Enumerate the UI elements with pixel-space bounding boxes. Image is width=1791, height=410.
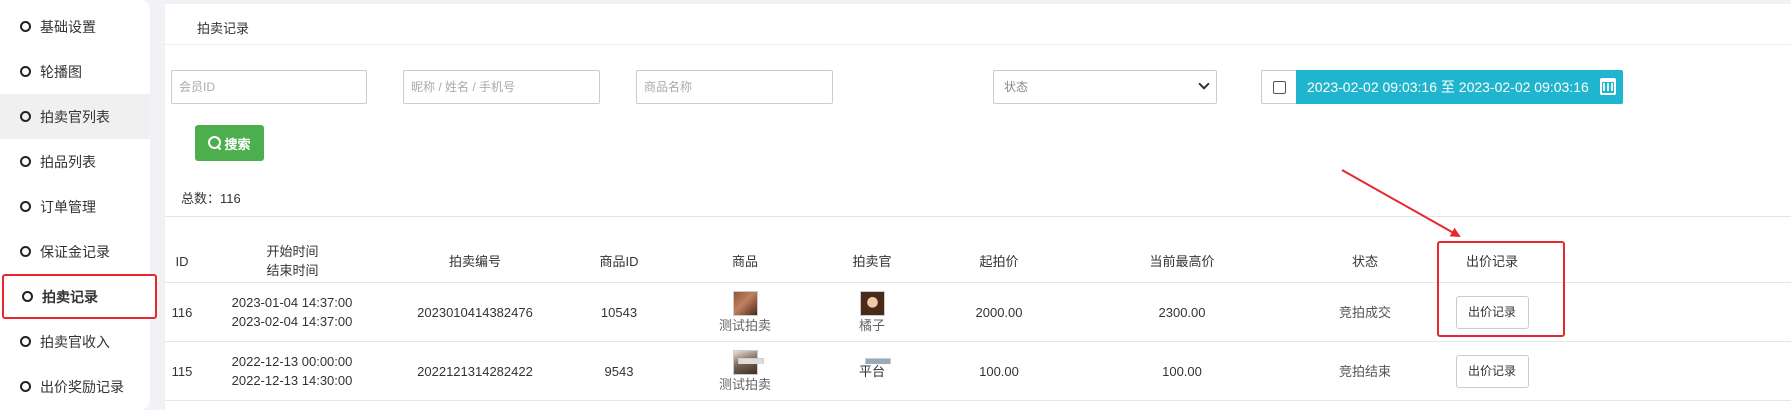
calendar-icon (1600, 78, 1616, 95)
circle-icon (22, 291, 33, 302)
avatar (865, 358, 891, 364)
sidebar-item-label: 订单管理 (40, 198, 96, 215)
cell-start-time: 2023-01-04 14:37:00 (231, 295, 353, 310)
circle-icon (20, 246, 31, 257)
search-button[interactable]: 搜索 (195, 125, 264, 161)
sidebar-item-label: 出价奖励记录 (40, 378, 124, 395)
annotation-highlight-box (1437, 241, 1565, 337)
product-thumbnail[interactable] (732, 290, 758, 316)
table-row: 115 2022-12-13 00:00:00 2022-12-13 14:30… (165, 342, 1791, 401)
divider (165, 216, 1791, 217)
sidebar-item-label: 基础设置 (40, 18, 96, 35)
date-range-value: 2023-02-02 09:03:16 至 2023-02-02 09:03:1… (1307, 79, 1589, 95)
cell-id: 116 (171, 304, 193, 320)
col-header-highest-price: 当前最高价 (1149, 253, 1215, 269)
sidebar-item-basic-settings[interactable]: 基础设置 (0, 4, 150, 49)
cell-highest-price: 100.00 (1162, 363, 1202, 379)
circle-icon (20, 66, 31, 77)
cell-highest-price: 2300.00 (1158, 304, 1206, 320)
cell-auction-no: 2022121314282422 (417, 363, 533, 379)
sidebar-item-orders[interactable]: 订单管理 (0, 184, 150, 229)
sidebar-item-auctioneer-income[interactable]: 拍卖官收入 (0, 319, 150, 364)
circle-icon (20, 336, 31, 347)
divider (165, 44, 1791, 45)
sidebar-item-auctioneer-list[interactable]: 拍卖官列表 (0, 94, 150, 139)
date-range-picker[interactable]: 2023-02-02 09:03:16 至 2023-02-02 09:03:1… (1296, 70, 1623, 104)
cell-status: 竞拍成交 (1338, 304, 1391, 320)
circle-icon (20, 111, 31, 122)
col-header-id: ID (175, 253, 189, 269)
circle-icon (20, 156, 31, 167)
col-header-start-price: 起拍价 (979, 253, 1019, 269)
cell-start-time: 2022-12-13 00:00:00 (231, 354, 353, 369)
name-phone-input[interactable] (403, 70, 600, 104)
cell-auctioneer: 平台 (858, 363, 885, 379)
cell-product: 测试拍卖 (705, 283, 785, 341)
sidebar-item-label: 拍卖记录 (42, 288, 98, 305)
col-header-status: 状态 (1351, 253, 1378, 269)
cell-start-price: 100.00 (979, 363, 1019, 379)
search-button-label: 搜索 (224, 136, 251, 152)
main-panel: 拍卖记录 状态 2023-02-02 09:03:16 至 2023-02-02… (165, 4, 1791, 410)
product-name-input[interactable] (636, 70, 833, 104)
circle-icon (20, 21, 31, 32)
cell-bid-records: 出价记录 (1452, 342, 1532, 400)
page-title: 拍卖记录 (197, 21, 250, 36)
cell-end-time: 2023-02-04 14:37:00 (231, 314, 353, 329)
circle-icon (20, 201, 31, 212)
product-name: 测试拍卖 (718, 317, 771, 333)
sidebar: 基础设置 轮播图 拍卖官列表 拍品列表 订单管理 保证金记录 拍卖记录 拍卖官收… (0, 0, 157, 410)
cell-time: 2022-12-13 00:00:00 2022-12-13 14:30:00 (227, 342, 357, 400)
sidebar-item-deposit-records[interactable]: 保证金记录 (0, 229, 150, 274)
col-header-start-time: 开始时间 (266, 244, 319, 259)
cell-time: 2023-01-04 14:37:00 2023-02-04 14:37:00 (227, 283, 357, 341)
col-header-end-time: 结束时间 (266, 263, 319, 278)
cell-product-id: 10543 (600, 304, 638, 320)
sidebar-item-label: 保证金记录 (40, 243, 110, 260)
cell-auctioneer: 橘子 (832, 283, 912, 341)
sidebar-item-lot-list[interactable]: 拍品列表 (0, 139, 150, 184)
total-count: 总数：116 (181, 191, 241, 206)
product-name: 测试拍卖 (718, 376, 771, 392)
circle-icon (20, 381, 31, 392)
col-header-auctioneer: 拍卖官 (852, 253, 892, 269)
cell-id: 115 (171, 363, 193, 379)
cell-product-id: 9543 (604, 363, 634, 379)
sidebar-item-label: 拍卖官收入 (40, 333, 110, 350)
col-header-product-id: 商品ID (599, 253, 639, 269)
sidebar-item-bid-rewards[interactable]: 出价奖励记录 (0, 364, 150, 409)
col-header-time: 开始时间 结束时间 (235, 240, 350, 282)
cell-end-time: 2022-12-13 14:30:00 (231, 373, 353, 388)
cell-status: 竞拍结束 (1338, 363, 1391, 379)
sidebar-item-label: 轮播图 (40, 63, 82, 80)
cell-product: 测试拍卖 (705, 342, 785, 400)
app: 基础设置 轮播图 拍卖官列表 拍品列表 订单管理 保证金记录 拍卖记录 拍卖官收… (0, 0, 1791, 410)
cell-auction-no: 2023010414382476 (417, 304, 533, 320)
auctioneer-name: 橘子 (858, 317, 885, 333)
bid-records-button[interactable]: 出价记录 (1455, 354, 1529, 388)
status-select[interactable]: 状态 (993, 70, 1217, 104)
avatar[interactable] (859, 290, 885, 316)
search-icon (208, 136, 222, 150)
sidebar-item-auction-records[interactable]: 拍卖记录 (2, 274, 157, 319)
sidebar-item-label: 拍品列表 (40, 153, 96, 170)
member-id-input[interactable] (171, 70, 367, 104)
date-enable-checkbox[interactable] (1273, 81, 1286, 94)
col-header-product: 商品 (731, 253, 758, 269)
col-header-auction-no: 拍卖编号 (448, 253, 501, 269)
cell-start-price: 2000.00 (975, 304, 1023, 320)
date-enable-wrapper (1261, 70, 1296, 104)
status-select-value: 状态 (1004, 80, 1029, 94)
sidebar-item-label: 拍卖官列表 (40, 108, 110, 125)
product-thumbnail (738, 358, 764, 364)
sidebar-item-carousel[interactable]: 轮播图 (0, 49, 150, 94)
chevron-down-icon (1198, 78, 1210, 90)
